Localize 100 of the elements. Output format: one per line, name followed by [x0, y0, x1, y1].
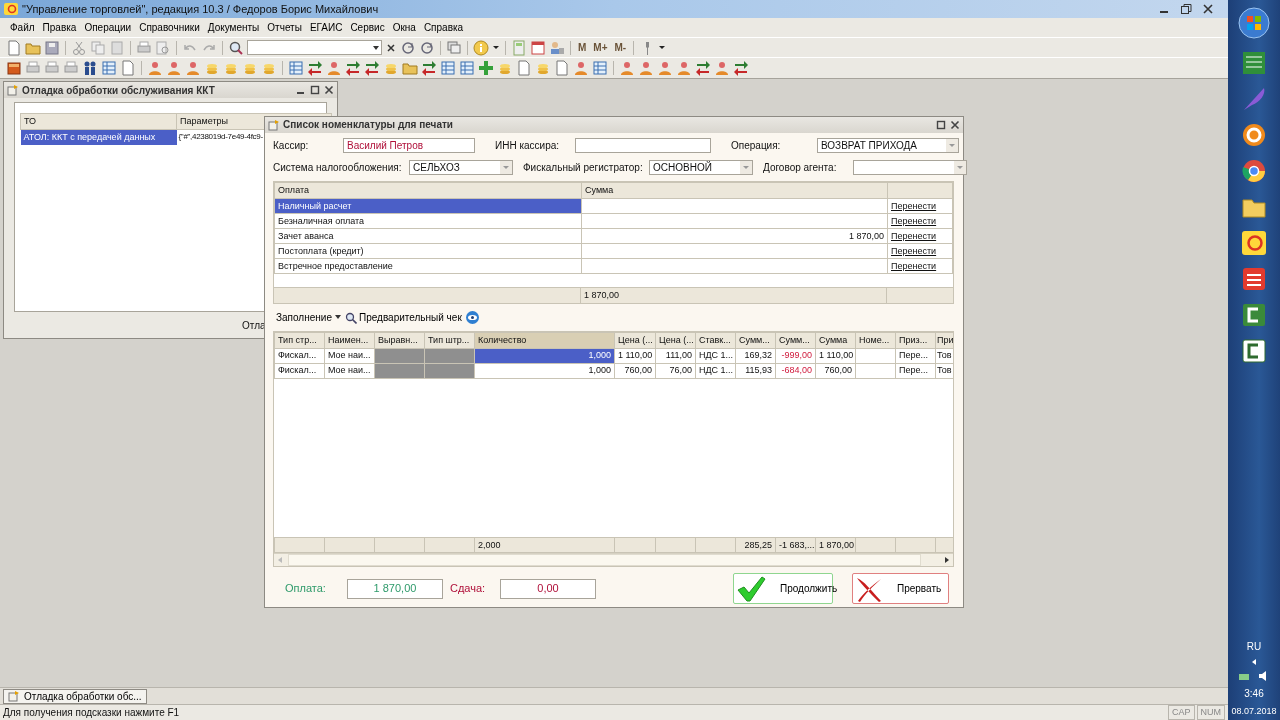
menu-item[interactable]: Операции [80, 20, 136, 35]
menu-item[interactable]: Правка [38, 20, 81, 35]
input-field[interactable]: Василий Петров [343, 138, 475, 154]
person-icon[interactable] [147, 60, 163, 76]
menu-item[interactable]: ЕГАИС [305, 20, 347, 35]
window-tab[interactable]: Отладка обработки обс... [3, 688, 147, 704]
column-header[interactable]: Тип штр... [424, 332, 475, 349]
maximize-icon[interactable] [936, 119, 946, 130]
bracket-icon[interactable] [1240, 301, 1268, 329]
start-orb-icon[interactable] [1238, 7, 1270, 39]
restore-icon[interactable] [1180, 3, 1192, 15]
arrows-icon[interactable] [307, 60, 323, 76]
person-icon[interactable] [657, 60, 673, 76]
menu-item[interactable]: Документы [203, 20, 264, 35]
spreadsheet-icon[interactable] [288, 60, 304, 76]
memory-button[interactable]: M- [612, 40, 629, 55]
arrows-icon[interactable] [421, 60, 437, 76]
column-header[interactable]: Выравн... [374, 332, 425, 349]
refresh-icon[interactable] [400, 39, 416, 56]
column-header[interactable]: Цена (... [655, 332, 696, 349]
eye-icon[interactable] [465, 311, 479, 325]
spreadsheet-icon[interactable] [592, 60, 608, 76]
column-header[interactable]: Количество [474, 332, 615, 349]
caret-icon[interactable] [658, 43, 667, 52]
person-icon[interactable] [714, 60, 730, 76]
menu-item[interactable]: Сервис [346, 20, 389, 35]
clipboard-icon[interactable] [109, 39, 125, 56]
printer-icon[interactable] [136, 39, 152, 56]
document-icon[interactable] [6, 39, 22, 56]
dropdown-field[interactable] [853, 159, 967, 175]
users-icon[interactable] [549, 39, 565, 56]
spreadsheet-icon[interactable] [459, 60, 475, 76]
memory-button[interactable]: M+ [591, 40, 610, 55]
table-cell[interactable]: Зачет аванса [274, 228, 582, 244]
column-header[interactable]: Сумм... [775, 332, 816, 349]
bracket-icon[interactable] [1240, 337, 1268, 365]
clear-icon[interactable] [385, 41, 397, 54]
arrows-icon[interactable] [364, 60, 380, 76]
arrows-icon[interactable] [733, 60, 749, 76]
search-icon[interactable] [228, 39, 244, 56]
expand-icon[interactable] [1250, 657, 1258, 666]
fill-menu-button[interactable]: Заполнение [276, 310, 341, 326]
person-icon[interactable] [676, 60, 692, 76]
table-cell[interactable]: Встречное предоставление [274, 258, 582, 274]
dropdown-field[interactable]: ВОЗВРАТ ПРИХОДА [817, 138, 959, 154]
change-field[interactable]: 0,00 [500, 578, 596, 599]
column-header[interactable]: Наимен... [324, 332, 375, 349]
memory-button[interactable]: M [576, 40, 589, 55]
document-icon[interactable] [554, 60, 570, 76]
close-icon[interactable] [950, 119, 960, 130]
input-field[interactable] [575, 138, 711, 154]
dropdown-field[interactable]: ОСНОВНОЙ [649, 159, 753, 175]
preview-button[interactable]: Предварительный чек [344, 310, 462, 326]
preview-icon[interactable] [155, 39, 171, 56]
refresh-icon[interactable] [419, 39, 435, 56]
column-header[interactable]: Оплата [274, 182, 582, 199]
column-header[interactable]: ТО [20, 113, 177, 130]
column-header[interactable]: Сумм... [735, 332, 776, 349]
table-cell[interactable]: 1,000 [474, 363, 615, 379]
spreadsheet-icon[interactable] [101, 60, 117, 76]
document-icon[interactable] [120, 60, 136, 76]
arrows-icon[interactable] [695, 60, 711, 76]
amount-field[interactable]: 1 870,00 [347, 578, 443, 599]
menu-item[interactable]: Файл [6, 20, 39, 35]
coin-icon[interactable] [1240, 121, 1268, 149]
column-header[interactable]: Тип стр... [274, 332, 325, 349]
spreadsheet-icon[interactable] [440, 60, 456, 76]
spreadsheet-icon[interactable] [1240, 49, 1268, 77]
person-icon[interactable] [619, 60, 635, 76]
menu-item[interactable]: Справочники [135, 20, 204, 35]
people-icon[interactable] [82, 60, 98, 76]
person-icon[interactable] [638, 60, 654, 76]
table-cell[interactable]: Постоплата (кредит) [274, 243, 582, 259]
plus-icon[interactable] [478, 60, 494, 76]
caret-icon[interactable] [492, 43, 500, 52]
logo-icon[interactable] [1240, 229, 1268, 257]
browser-icon[interactable] [1240, 157, 1268, 185]
printer-icon[interactable] [44, 60, 60, 76]
cancel-button[interactable]: Прервать [852, 573, 949, 605]
search-field[interactable] [247, 40, 382, 55]
arrows-icon[interactable] [345, 60, 361, 76]
calendar-icon[interactable] [530, 39, 546, 56]
person-icon[interactable] [326, 60, 342, 76]
close-icon[interactable] [324, 85, 334, 95]
dropdown-field[interactable]: СЕЛЬХОЗ [409, 159, 513, 175]
language-indicator[interactable]: RU [1246, 638, 1262, 654]
stack-icon[interactable] [1240, 265, 1268, 293]
column-header[interactable]: Приз... [895, 332, 936, 349]
book-icon[interactable] [6, 60, 22, 76]
menu-item[interactable]: Окна [388, 20, 420, 35]
column-header[interactable]: Номе... [855, 332, 896, 349]
windows-icon[interactable] [446, 39, 462, 56]
scrollbar-thumb[interactable] [288, 554, 921, 567]
person-icon[interactable] [185, 60, 201, 76]
printer-icon[interactable] [25, 60, 41, 76]
column-header[interactable]: Сумма [815, 332, 856, 349]
column-header[interactable]: Ставк... [695, 332, 736, 349]
table-cell[interactable]: Безналичная оплата [274, 213, 582, 229]
close-icon[interactable] [1202, 3, 1214, 15]
column-header[interactable]: Сумма [581, 182, 888, 199]
